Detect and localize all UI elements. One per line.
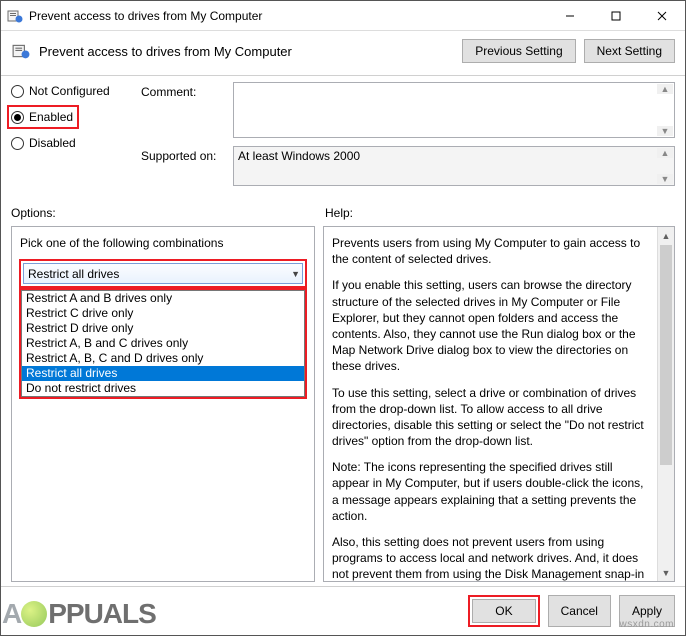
- options-prompt: Pick one of the following combinations: [20, 235, 306, 251]
- policy-icon: [11, 41, 31, 61]
- help-pane: Prevents users from using My Computer to…: [323, 226, 675, 582]
- scrollbar[interactable]: ▲ ▼: [657, 227, 674, 581]
- logo-text: PPUALS: [48, 598, 156, 629]
- highlight-enabled: Enabled: [7, 105, 79, 129]
- watermark: wsxdn.com: [619, 619, 674, 630]
- radio-not-configured[interactable]: Not Configured: [11, 84, 141, 98]
- help-text: If you enable this setting, users can br…: [332, 277, 652, 374]
- radio-icon: [11, 137, 24, 150]
- help-text: Prevents users from using My Computer to…: [332, 235, 652, 267]
- chevron-down-icon: ▼: [291, 268, 300, 280]
- supported-label: Supported on:: [141, 146, 233, 186]
- dropdown-option[interactable]: Restrict A and B drives only: [22, 291, 304, 306]
- dropdown-list[interactable]: Restrict A and B drives only Restrict C …: [21, 290, 305, 397]
- dropdown-option[interactable]: Restrict all drives: [22, 366, 304, 381]
- radio-icon: [11, 111, 24, 124]
- help-label: Help:: [325, 206, 353, 220]
- help-text: To use this setting, select a drive or c…: [332, 385, 652, 450]
- options-pane: Pick one of the following combinations R…: [11, 226, 315, 582]
- highlight-ok: OK: [468, 595, 539, 627]
- supported-value: At least Windows 2000 ▲ ▼: [233, 146, 675, 186]
- dropdown-option[interactable]: Restrict C drive only: [22, 306, 304, 321]
- titlebar: Prevent access to drives from My Compute…: [1, 1, 685, 31]
- logo-disc-icon: [21, 601, 47, 627]
- help-text: Note: The icons representing the specifi…: [332, 459, 652, 524]
- radio-label: Enabled: [29, 110, 73, 124]
- scroll-up-icon[interactable]: ▲: [658, 227, 674, 244]
- comment-input[interactable]: ▲ ▼: [233, 82, 675, 138]
- maximize-button[interactable]: [593, 1, 639, 31]
- options-label: Options:: [11, 206, 325, 220]
- highlight-combo: Restrict all drives ▼: [19, 259, 307, 288]
- combination-select[interactable]: Restrict all drives ▼: [23, 263, 303, 284]
- scroll-up-icon[interactable]: ▲: [657, 84, 673, 94]
- radio-icon: [11, 85, 24, 98]
- next-setting-button[interactable]: Next Setting: [584, 39, 675, 63]
- scroll-up-icon[interactable]: ▲: [657, 148, 673, 158]
- policy-icon: [7, 8, 23, 24]
- close-button[interactable]: [639, 1, 685, 31]
- ok-button[interactable]: OK: [472, 599, 535, 623]
- scroll-down-icon[interactable]: ▼: [657, 174, 673, 184]
- brand-logo: APPUALS: [2, 598, 156, 630]
- minimize-button[interactable]: [547, 1, 593, 31]
- scrollbar-thumb[interactable]: [660, 245, 672, 465]
- highlight-dropdown: Restrict A and B drives only Restrict C …: [19, 288, 307, 399]
- cancel-button[interactable]: Cancel: [548, 595, 611, 627]
- radio-label: Not Configured: [29, 84, 110, 98]
- scroll-down-icon[interactable]: ▼: [658, 564, 674, 581]
- config-area: Not Configured Enabled Disabled Comment:…: [1, 76, 685, 204]
- header: Prevent access to drives from My Compute…: [1, 31, 685, 76]
- radio-disabled[interactable]: Disabled: [11, 136, 141, 150]
- scroll-down-icon[interactable]: ▼: [657, 126, 673, 136]
- previous-setting-button[interactable]: Previous Setting: [462, 39, 575, 63]
- state-radios: Not Configured Enabled Disabled: [11, 82, 141, 194]
- dropdown-option[interactable]: Do not restrict drives: [22, 381, 304, 396]
- dropdown-option[interactable]: Restrict D drive only: [22, 321, 304, 336]
- fields: Comment: ▲ ▼ Supported on: At least Wind…: [141, 82, 675, 194]
- pane-labels: Options: Help:: [1, 204, 685, 222]
- combo-value: Restrict all drives: [28, 266, 119, 282]
- radio-label: Disabled: [29, 136, 76, 150]
- comment-label: Comment:: [141, 82, 233, 138]
- supported-text: At least Windows 2000: [238, 149, 360, 163]
- setting-title: Prevent access to drives from My Compute…: [39, 44, 454, 59]
- help-text: Also, this setting does not prevent user…: [332, 534, 652, 581]
- radio-enabled[interactable]: Enabled: [11, 110, 73, 124]
- dropdown-option[interactable]: Restrict A, B and C drives only: [22, 336, 304, 351]
- dropdown-option[interactable]: Restrict A, B, C and D drives only: [22, 351, 304, 366]
- window-title: Prevent access to drives from My Compute…: [29, 9, 547, 23]
